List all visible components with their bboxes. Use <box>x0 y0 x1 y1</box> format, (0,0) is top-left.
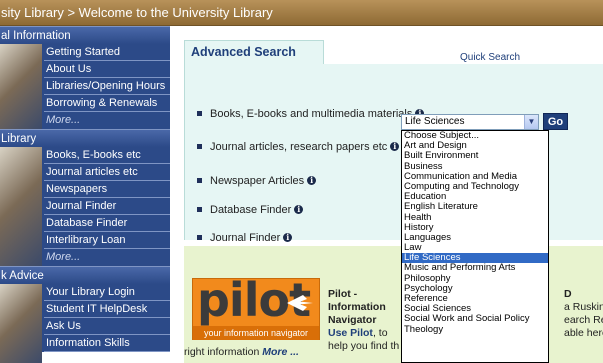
sidebar-heading-library: Library <box>0 129 170 147</box>
sidebar-item-journal-articles[interactable]: Journal articles etc <box>44 164 170 181</box>
dropdown-option[interactable]: Law <box>402 243 548 253</box>
dropdown-option[interactable]: History <box>402 223 548 233</box>
dropdown-option[interactable]: Reference <box>402 294 548 304</box>
bullet-icon <box>197 234 202 240</box>
sidebar-item-library-login[interactable]: Your Library Login <box>44 284 170 301</box>
promo-line: , to <box>372 327 388 339</box>
info-icon[interactable]: i <box>390 141 400 151</box>
promo-line: Pilot - <box>328 288 358 300</box>
main-content: Advanced Search Quick Search Books, E-bo… <box>170 26 603 363</box>
promo-right-line: able here M <box>564 327 603 339</box>
sidebar-heading-advice: k Advice <box>0 266 170 284</box>
option-label: Journal articles, research papers etc <box>210 141 388 153</box>
promo-right-line: D <box>564 288 572 300</box>
sidebar-photo <box>0 147 42 266</box>
dropdown-option[interactable]: English Literature <box>402 202 548 212</box>
sidebar-item-information-skills[interactable]: Information Skills <box>44 335 170 352</box>
subject-select-value: Life Sciences <box>405 116 465 127</box>
sidebar-item-newspapers[interactable]: Newspapers <box>44 181 170 198</box>
sidebar-item-books[interactable]: Books, E-books etc <box>44 147 170 164</box>
sidebar-item-interlibrary-loan[interactable]: Interlibrary Loan <box>44 232 170 249</box>
sidebar-item-opening-hours[interactable]: Libraries/Opening Hours <box>44 78 170 95</box>
bullet-icon <box>197 206 202 212</box>
sidebar-photo <box>0 284 42 363</box>
dropdown-option[interactable]: Communication and Media <box>402 172 548 182</box>
option-newspaper-articles[interactable]: Newspaper Articles i <box>197 175 317 187</box>
bullet-icon <box>197 177 202 183</box>
tab-quick-search[interactable]: Quick Search <box>460 52 520 63</box>
dropdown-option[interactable]: Philosophy <box>402 274 548 284</box>
dropdown-option[interactable]: Languages <box>402 233 548 243</box>
sidebar-item-database-finder[interactable]: Database Finder <box>44 215 170 232</box>
info-icon[interactable]: i <box>294 204 304 214</box>
plane-icon <box>287 295 313 311</box>
dropdown-option[interactable]: Business <box>402 162 548 172</box>
sidebar-section-advice: Your Library Login Student IT HelpDesk A… <box>0 284 170 363</box>
dropdown-option[interactable]: Life Sciences <box>402 253 548 264</box>
dropdown-option[interactable]: Choose Subject... <box>402 131 548 141</box>
dropdown-option[interactable]: Health <box>402 213 548 223</box>
pilot-tagline: your information navigator <box>193 326 319 340</box>
promo-line: Information <box>328 301 386 313</box>
chevron-down-icon[interactable]: ▼ <box>524 115 538 129</box>
more-link[interactable]: More ... <box>262 346 299 358</box>
info-icon[interactable]: i <box>283 232 293 242</box>
option-label: Books, E-books and multimedia materials <box>210 108 413 120</box>
dropdown-option[interactable]: Music and Performing Arts <box>402 263 548 273</box>
dropdown-option[interactable]: Social Sciences <box>402 304 548 314</box>
go-button[interactable]: Go <box>543 113 568 130</box>
sidebar-item-getting-started[interactable]: Getting Started <box>44 44 170 61</box>
promo-right-text: D a Ruskin earch Repos able here M <box>564 288 603 340</box>
option-journal-finder[interactable]: Journal Finder i <box>197 232 293 244</box>
sidebar-item-more[interactable]: More... <box>44 249 170 266</box>
option-label: Journal Finder <box>210 232 281 244</box>
promo-line: help you find th <box>328 340 400 352</box>
dropdown-option[interactable]: Built Environment <box>402 151 548 161</box>
pilot-description: Pilot - Information Navigator Use Pilot,… <box>328 288 399 353</box>
sidebar-item-about-us[interactable]: About Us <box>44 61 170 78</box>
promo-bottom-label: right information <box>184 346 263 358</box>
sidebar-item-it-helpdesk[interactable]: Student IT HelpDesk <box>44 301 170 318</box>
pilot-logo[interactable]: pilot your information navigator <box>192 273 320 340</box>
promo-bottom-text: right information More ... <box>184 346 299 358</box>
option-database-finder[interactable]: Database Finder i <box>197 204 304 216</box>
sidebar-heading-information: al Information <box>0 26 170 44</box>
dropdown-option[interactable]: Theology <box>402 325 548 335</box>
breadcrumb: sity Library > Welcome to the University… <box>0 0 603 26</box>
dropdown-option[interactable]: Education <box>402 192 548 202</box>
dropdown-option[interactable]: Art and Design <box>402 141 548 151</box>
promo-right-line: earch Repos <box>564 314 603 326</box>
sidebar: al Information Getting Started About Us … <box>0 26 170 363</box>
dropdown-option[interactable]: Computing and Technology <box>402 182 548 192</box>
dropdown-option[interactable]: Social Work and Social Policy <box>402 314 548 324</box>
sidebar-item-journal-finder[interactable]: Journal Finder <box>44 198 170 215</box>
promo-line: Navigator <box>328 314 377 326</box>
option-label: Newspaper Articles <box>210 175 305 187</box>
option-books[interactable]: Books, E-books and multimedia materials i <box>197 108 425 120</box>
option-journal-articles[interactable]: Journal articles, research papers etc i <box>197 141 400 153</box>
tab-advanced-search[interactable]: Advanced Search <box>184 40 324 64</box>
dropdown-option[interactable]: Psychology <box>402 284 548 294</box>
info-icon[interactable]: i <box>307 175 317 185</box>
subject-dropdown-list[interactable]: Choose Subject... Art and Design Built Env… <box>401 130 549 363</box>
promo-right-line: a Ruskin <box>564 301 603 313</box>
sidebar-photo <box>0 44 42 129</box>
bullet-icon <box>197 110 202 116</box>
sidebar-section-information: Getting Started About Us Libraries/Openi… <box>0 44 170 129</box>
bullet-icon <box>197 143 202 149</box>
option-label: Database Finder <box>210 204 292 216</box>
sidebar-item-borrowing[interactable]: Borrowing & Renewals <box>44 95 170 112</box>
sidebar-item-more[interactable]: More... <box>44 112 170 129</box>
sidebar-section-library: Books, E-books etc Journal articles etc … <box>0 147 170 266</box>
sidebar-item-ask-us[interactable]: Ask Us <box>44 318 170 335</box>
use-pilot-link[interactable]: Use Pilot <box>328 327 373 339</box>
subject-select[interactable]: Life Sciences ▼ <box>401 114 539 130</box>
